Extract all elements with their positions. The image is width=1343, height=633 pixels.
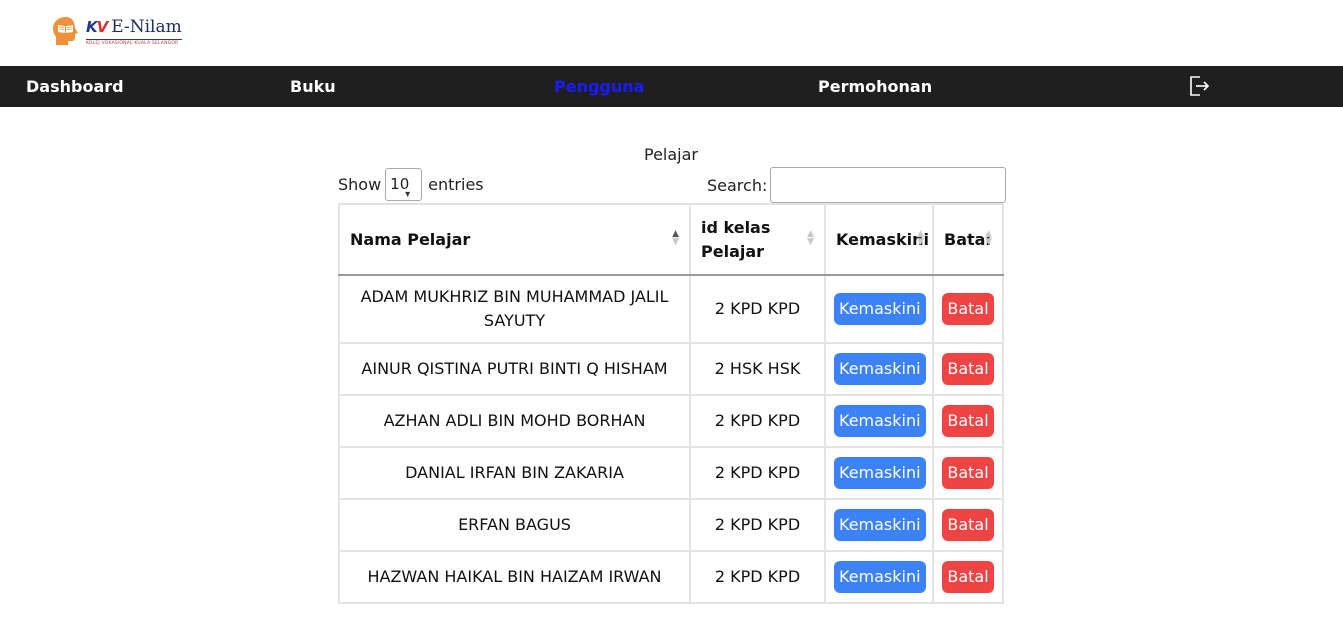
student-class: 2 KPD KPD	[689, 550, 826, 604]
sort-icon: ▲ ▼	[985, 229, 992, 247]
nav-pengguna[interactable]: Pengguna	[554, 66, 644, 107]
header: KV E-Nilam KOLEJ VOKASIONAL KUALA SELANG…	[0, 0, 1343, 66]
sort-icon: ▲ ▼	[917, 229, 924, 247]
logout-icon[interactable]	[1188, 75, 1210, 97]
kemaskini-button[interactable]: Kemaskini	[834, 293, 926, 325]
batal-button[interactable]: Batal	[942, 561, 994, 593]
sort-asc-icon: ▲ ▼	[672, 229, 679, 247]
kemaskini-button[interactable]: Kemaskini	[834, 353, 926, 385]
student-name: HAZWAN HAIKAL BIN HAIZAM IRWAN	[338, 550, 691, 604]
header-kemaskini[interactable]: Kemaskini ▲ ▼	[824, 203, 934, 276]
table-row: ERFAN BAGUS 2 KPD KPD Kemaskini Batal	[338, 498, 1004, 552]
student-class: 2 HSK HSK	[689, 342, 826, 396]
batal-button[interactable]: Batal	[942, 293, 994, 325]
batal-button[interactable]: Batal	[942, 353, 994, 385]
batal-button[interactable]: Batal	[942, 509, 994, 541]
entries-select[interactable]: 10 ▾	[385, 168, 423, 201]
nav-permohonan[interactable]: Permohonan	[818, 66, 932, 107]
kemaskini-button[interactable]: Kemaskini	[834, 457, 926, 489]
navbar: Dashboard Buku Pengguna Permohonan	[0, 66, 1343, 107]
table-row: AZHAN ADLI BIN MOHD BORHAN 2 KPD KPD Kem…	[338, 394, 1004, 448]
kemaskini-button[interactable]: Kemaskini	[834, 509, 926, 541]
table-row: AINUR QISTINA PUTRI BINTI Q HISHAM 2 HSK…	[338, 342, 1004, 396]
show-label: Show	[338, 175, 382, 194]
search-control: Search:	[707, 167, 1007, 203]
student-class: 2 KPD KPD	[689, 394, 826, 448]
entries-label: entries	[428, 175, 484, 194]
sort-icon: ▲ ▼	[807, 229, 814, 247]
table-row: DANIAL IRFAN BIN ZAKARIA 2 KPD KPD Kemas…	[338, 446, 1004, 500]
logo-title: E-Nilam	[111, 17, 182, 37]
batal-button[interactable]: Batal	[942, 405, 994, 437]
search-label: Search:	[707, 175, 768, 195]
student-class: 2 KPD KPD	[689, 446, 826, 500]
header-nama-pelajar[interactable]: Nama Pelajar ▲ ▼	[338, 203, 691, 276]
entries-control: Show 10 ▾ entries	[338, 168, 484, 201]
student-class: 2 KPD KPD	[689, 498, 826, 552]
table-row: HAZWAN HAIKAL BIN HAIZAM IRWAN 2 KPD KPD…	[338, 550, 1004, 604]
search-input[interactable]	[770, 167, 1007, 203]
nav-buku[interactable]: Buku	[290, 66, 336, 107]
logo-mark: KV	[86, 18, 108, 36]
table-header-row: Nama Pelajar ▲ ▼ id kelas Pelajar ▲ ▼ Kema…	[338, 203, 1004, 276]
logo-subtitle: KOLEJ VOKASIONAL KUALA SELANGOR	[86, 39, 182, 46]
kemaskini-button[interactable]: Kemaskini	[834, 405, 926, 437]
header-batal[interactable]: Batal ▲ ▼	[932, 203, 1004, 276]
student-name: AZHAN ADLI BIN MOHD BORHAN	[338, 394, 691, 448]
head-book-icon	[53, 17, 78, 45]
students-table: Nama Pelajar ▲ ▼ id kelas Pelajar ▲ ▼ Kema…	[338, 203, 1004, 604]
student-name: ERFAN BAGUS	[338, 498, 691, 552]
student-name: ADAM MUKHRIZ BIN MUHAMMAD JALIL SAYUTY	[338, 274, 691, 344]
logo[interactable]: KV E-Nilam KOLEJ VOKASIONAL KUALA SELANG…	[52, 16, 182, 46]
header-id-kelas[interactable]: id kelas Pelajar ▲ ▼	[689, 203, 826, 276]
batal-button[interactable]: Batal	[942, 457, 994, 489]
nav-dashboard[interactable]: Dashboard	[26, 66, 124, 107]
table-caption: Pelajar	[644, 145, 698, 164]
table-row: ADAM MUKHRIZ BIN MUHAMMAD JALIL SAYUTY 2…	[338, 274, 1004, 344]
student-name: AINUR QISTINA PUTRI BINTI Q HISHAM	[338, 342, 691, 396]
student-class: 2 KPD KPD	[689, 274, 826, 344]
kemaskini-button[interactable]: Kemaskini	[834, 561, 926, 593]
student-name: DANIAL IRFAN BIN ZAKARIA	[338, 446, 691, 500]
